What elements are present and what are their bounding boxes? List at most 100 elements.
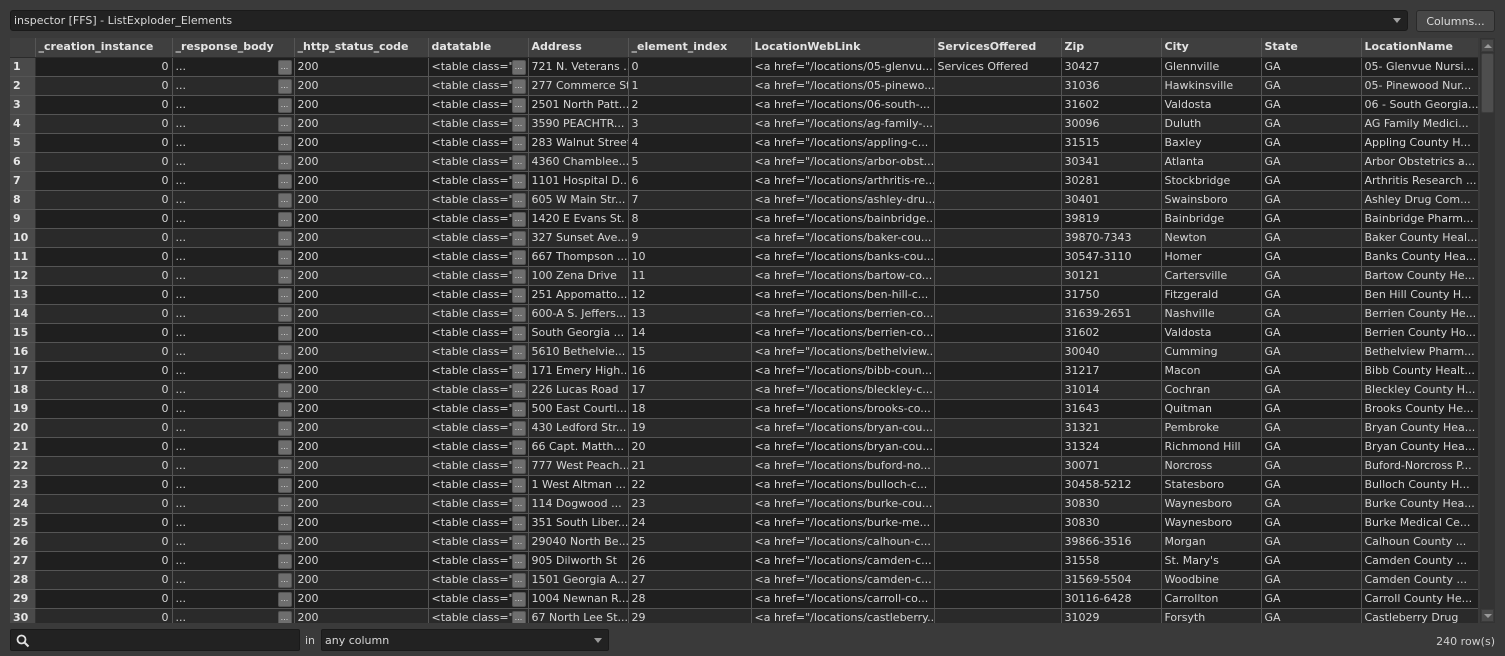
table-row[interactable]: 5 0...... 200 <table class="c... 283 Walnut …: [10, 133, 1478, 153]
response-body-cell[interactable]: ......: [172, 209, 295, 229]
column-header-http-status-code[interactable]: _http_status_code: [294, 38, 429, 58]
zip-cell[interactable]: 30096: [1061, 114, 1162, 134]
zip-cell[interactable]: 30830: [1061, 513, 1162, 533]
address-cell[interactable]: 29040 North Be...: [528, 532, 629, 552]
expand-cell-button[interactable]: ...: [511, 230, 526, 246]
state-cell[interactable]: GA: [1261, 57, 1362, 77]
services-offered-cell[interactable]: [934, 399, 1062, 419]
expand-cell-button[interactable]: ...: [277, 325, 292, 341]
services-offered-cell[interactable]: [934, 152, 1062, 172]
creation-instance-cell[interactable]: 0: [35, 228, 173, 248]
search-box[interactable]: [10, 629, 300, 651]
response-body-cell[interactable]: ......: [172, 190, 295, 210]
table-row[interactable]: 18 0...... 200 <table class="c... 226 Lucas …: [10, 380, 1478, 400]
http-status-code-cell[interactable]: 200: [294, 475, 429, 495]
row-header[interactable]: 23: [10, 475, 36, 495]
creation-instance-cell[interactable]: 0: [35, 589, 173, 609]
creation-instance-cell[interactable]: 0: [35, 418, 173, 438]
location-name-cell[interactable]: Bleckley County H...: [1361, 380, 1478, 400]
location-web-link-cell[interactable]: <a href="/locations/buford-no...: [751, 456, 935, 476]
expand-cell-button[interactable]: ...: [511, 477, 526, 493]
row-header[interactable]: 18: [10, 380, 36, 400]
expand-cell-button[interactable]: ...: [511, 553, 526, 569]
location-web-link-cell[interactable]: <a href="/locations/bibb-coun...: [751, 361, 935, 381]
row-header[interactable]: 4: [10, 114, 36, 134]
expand-cell-button[interactable]: ...: [511, 249, 526, 265]
element-index-cell[interactable]: 26: [628, 551, 752, 571]
zip-cell[interactable]: 31321: [1061, 418, 1162, 438]
location-name-cell[interactable]: Bryan County Hea...: [1361, 418, 1478, 438]
column-header-locationweblink[interactable]: LocationWebLink: [751, 38, 935, 58]
address-cell[interactable]: 2501 North Patt...: [528, 95, 629, 115]
expand-cell-button[interactable]: ...: [277, 420, 292, 436]
state-cell[interactable]: GA: [1261, 570, 1362, 590]
location-name-cell[interactable]: Brooks County He...: [1361, 399, 1478, 419]
address-cell[interactable]: 283 Walnut Street: [528, 133, 629, 153]
response-body-cell[interactable]: ......: [172, 285, 295, 305]
element-index-cell[interactable]: 4: [628, 133, 752, 153]
expand-cell-button[interactable]: ...: [277, 515, 292, 531]
http-status-code-cell[interactable]: 200: [294, 247, 429, 267]
datatable-cell[interactable]: <table class="c...: [428, 342, 529, 362]
table-row[interactable]: 7 0...... 200 <table class="c... 1101 Hospit…: [10, 171, 1478, 191]
services-offered-cell[interactable]: [934, 285, 1062, 305]
element-index-cell[interactable]: 0: [628, 57, 752, 77]
row-header[interactable]: 3: [10, 95, 36, 115]
location-name-cell[interactable]: Baker County Heal...: [1361, 228, 1478, 248]
creation-instance-cell[interactable]: 0: [35, 266, 173, 286]
column-header-response-body[interactable]: _response_body: [172, 38, 295, 58]
row-header[interactable]: 27: [10, 551, 36, 571]
element-index-cell[interactable]: 7: [628, 190, 752, 210]
datatable-cell[interactable]: <table class="c...: [428, 133, 529, 153]
city-cell[interactable]: Carrollton: [1161, 589, 1262, 609]
http-status-code-cell[interactable]: 200: [294, 532, 429, 552]
element-index-cell[interactable]: 2: [628, 95, 752, 115]
row-header[interactable]: 2: [10, 76, 36, 96]
state-cell[interactable]: GA: [1261, 285, 1362, 305]
services-offered-cell[interactable]: [934, 342, 1062, 362]
expand-cell-button[interactable]: ...: [511, 173, 526, 189]
city-cell[interactable]: Forsyth: [1161, 608, 1262, 623]
table-row[interactable]: 22 0...... 200 <table class="c... 777 West P…: [10, 456, 1478, 476]
services-offered-cell[interactable]: [934, 456, 1062, 476]
datatable-cell[interactable]: <table class="c...: [428, 266, 529, 286]
table-row[interactable]: 26 0...... 200 <table class="c... 29040 Nort…: [10, 532, 1478, 552]
state-cell[interactable]: GA: [1261, 589, 1362, 609]
address-cell[interactable]: 777 West Peach...: [528, 456, 629, 476]
expand-cell-button[interactable]: ...: [511, 439, 526, 455]
state-cell[interactable]: GA: [1261, 380, 1362, 400]
row-header[interactable]: 12: [10, 266, 36, 286]
http-status-code-cell[interactable]: 200: [294, 228, 429, 248]
table-row[interactable]: 12 0...... 200 <table class="c... 100 Zena D…: [10, 266, 1478, 286]
expand-cell-button[interactable]: ...: [511, 59, 526, 75]
table-row[interactable]: 4 0...... 200 <table class="c... 3590 PEACHT…: [10, 114, 1478, 134]
state-cell[interactable]: GA: [1261, 247, 1362, 267]
expand-cell-button[interactable]: ...: [277, 553, 292, 569]
datatable-cell[interactable]: <table class="c...: [428, 380, 529, 400]
location-web-link-cell[interactable]: <a href="/locations/bryan-cou...: [751, 437, 935, 457]
zip-cell[interactable]: 31602: [1061, 323, 1162, 343]
location-name-cell[interactable]: Buford-Norcross P...: [1361, 456, 1478, 476]
location-name-cell[interactable]: Camden County ...: [1361, 551, 1478, 571]
expand-cell-button[interactable]: ...: [277, 230, 292, 246]
row-header[interactable]: 22: [10, 456, 36, 476]
table-row[interactable]: 29 0...... 200 <table class="c... 1004 Newna…: [10, 589, 1478, 609]
zip-cell[interactable]: 30401: [1061, 190, 1162, 210]
services-offered-cell[interactable]: [934, 133, 1062, 153]
city-cell[interactable]: Morgan: [1161, 532, 1262, 552]
city-cell[interactable]: Atlanta: [1161, 152, 1262, 172]
inspector-title-combo[interactable]: inspector [FFS] - ListExploder_Elements: [10, 10, 1408, 31]
expand-cell-button[interactable]: ...: [277, 382, 292, 398]
response-body-cell[interactable]: ......: [172, 152, 295, 172]
services-offered-cell[interactable]: [934, 190, 1062, 210]
address-cell[interactable]: 277 Commerce St: [528, 76, 629, 96]
expand-cell-button[interactable]: ...: [511, 192, 526, 208]
datatable-cell[interactable]: <table class="c...: [428, 494, 529, 514]
location-web-link-cell[interactable]: <a href="/locations/bethelview...: [751, 342, 935, 362]
city-cell[interactable]: Homer: [1161, 247, 1262, 267]
table-row[interactable]: 16 0...... 200 <table class="c... 5610 Bethe…: [10, 342, 1478, 362]
city-cell[interactable]: Cochran: [1161, 380, 1262, 400]
state-cell[interactable]: GA: [1261, 532, 1362, 552]
address-cell[interactable]: 1101 Hospital D...: [528, 171, 629, 191]
row-header[interactable]: 7: [10, 171, 36, 191]
